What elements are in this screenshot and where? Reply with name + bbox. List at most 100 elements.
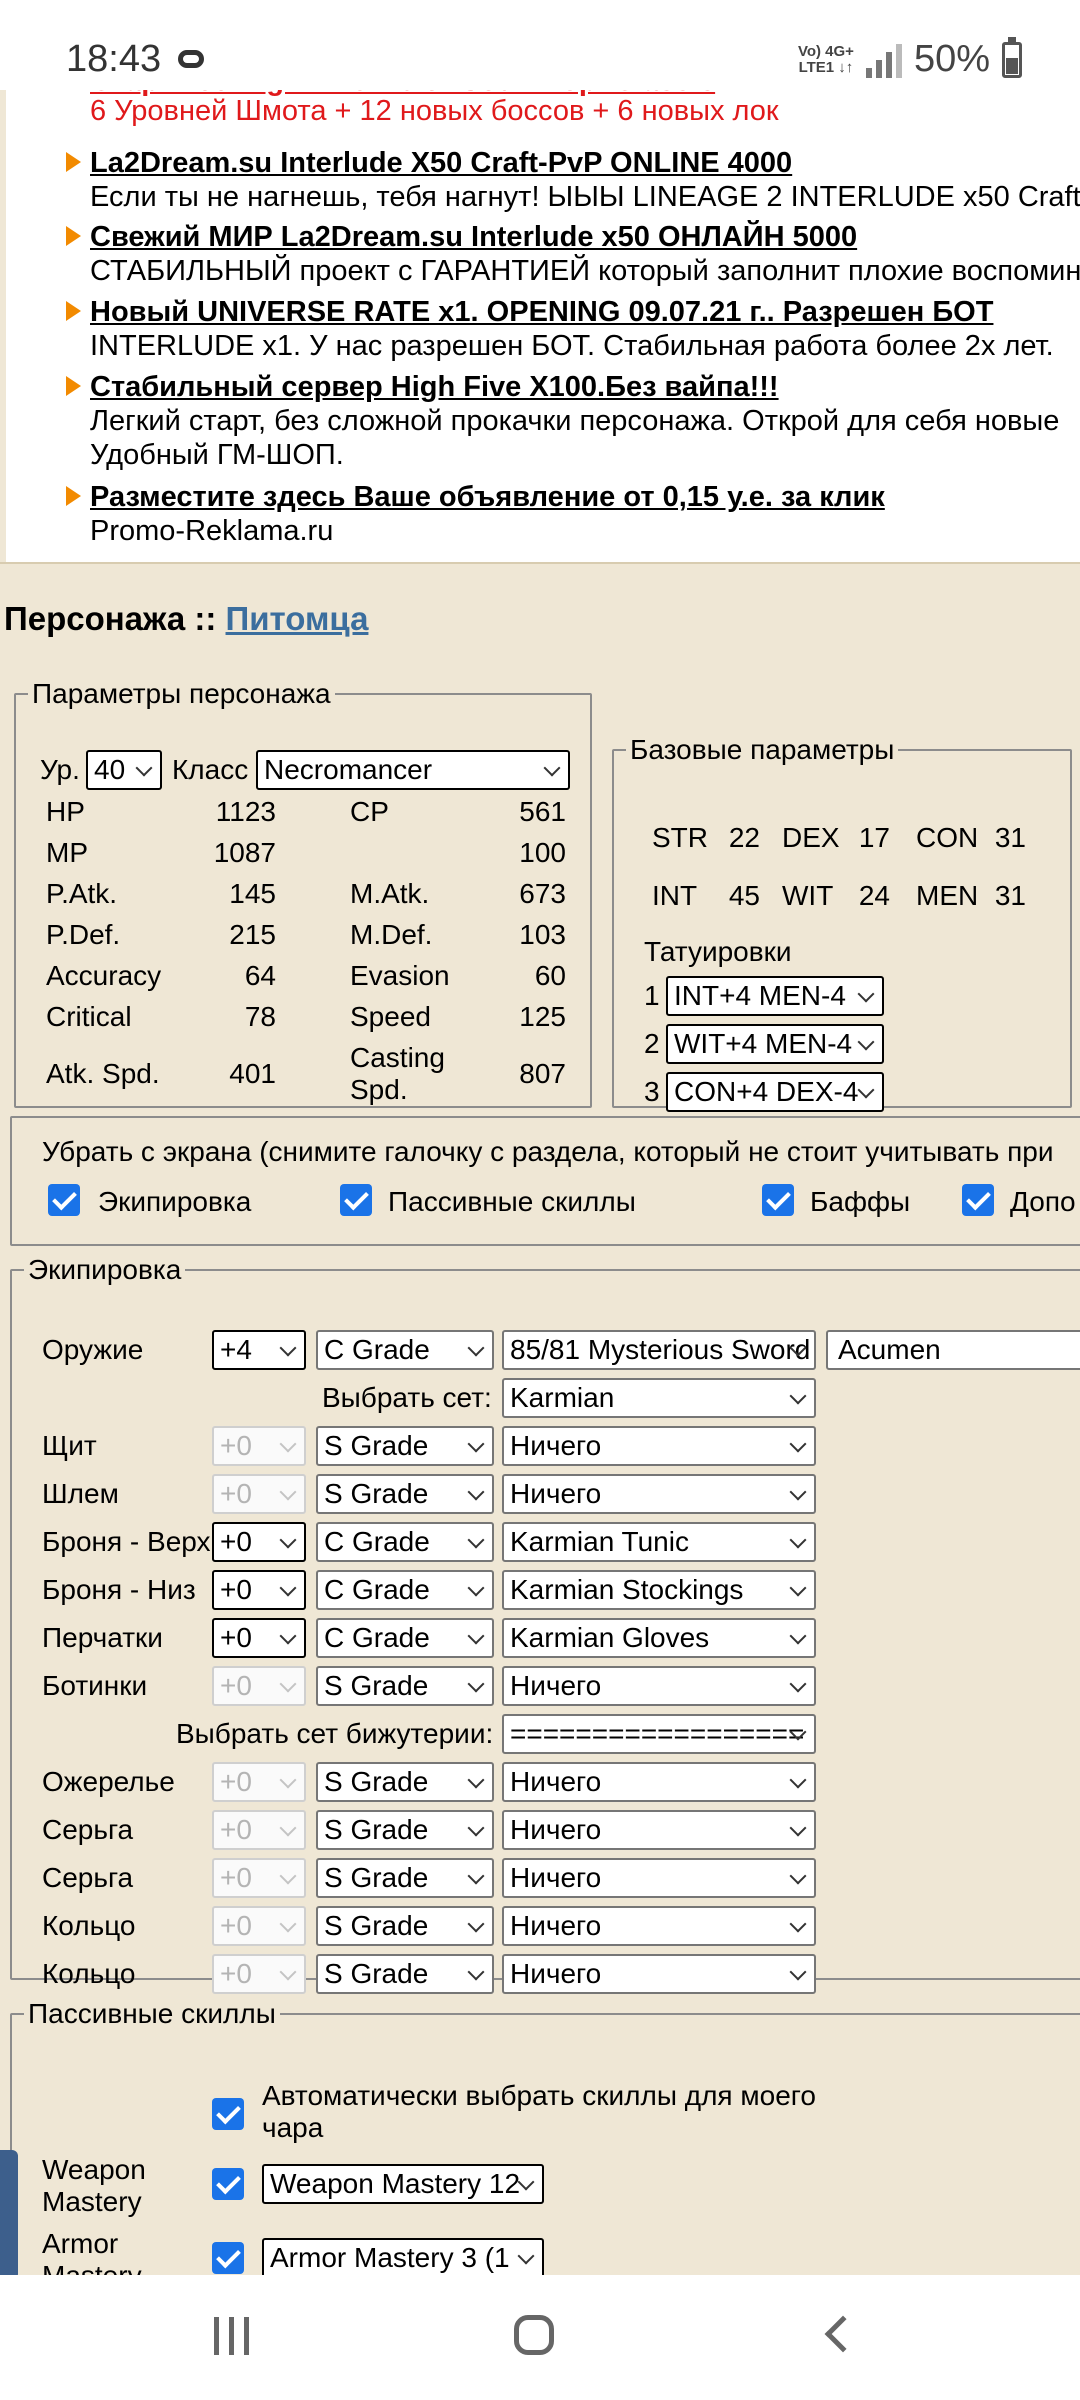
base-stat-value: 17 [858, 822, 890, 853]
passive-skills-checkbox[interactable] [340, 1184, 372, 1216]
buffs-checkbox[interactable] [762, 1184, 794, 1216]
level-select[interactable]: 40 [86, 750, 162, 790]
weapon-enchant-select[interactable]: +4 [212, 1330, 306, 1370]
tab-separator: :: [194, 600, 217, 637]
tattoo-heading: Татуировки [644, 936, 792, 967]
weapon-mastery-select[interactable]: Weapon Mastery 12 [262, 2164, 544, 2204]
grade-select[interactable]: S Grade [316, 1810, 494, 1850]
stat-value: 78 [244, 1001, 276, 1032]
tattoo-select-1[interactable]: INT+4 MEN-4 [666, 976, 884, 1016]
status-bar: 18:43 Vo) 4G+ LTE1 ↓↑ 50% [0, 0, 1080, 90]
skill-label: Armor [42, 2228, 119, 2259]
item-select[interactable]: Ничего [502, 1906, 816, 1946]
grade-select[interactable]: S Grade [316, 1426, 494, 1466]
grade-select[interactable]: S Grade [316, 1474, 494, 1514]
stat-value: 673 [519, 878, 566, 909]
tattoo-select-2[interactable]: WIT+4 MEN-4 [666, 1024, 884, 1064]
stat-label: Spd. [350, 1074, 408, 1105]
enchant-select: +0 [212, 1474, 306, 1514]
armor-mastery-checkbox[interactable] [212, 2242, 244, 2274]
tab-pet[interactable]: Питомца [226, 600, 369, 637]
stat-value: 807 [519, 1058, 566, 1089]
item-select[interactable]: Ничего [502, 1666, 816, 1706]
ad-title[interactable]: Разместите здесь Ваше объявление от 0,15… [90, 480, 885, 514]
enchant-select[interactable]: +0 [212, 1522, 306, 1562]
side-menu-tab[interactable] [0, 2150, 18, 2280]
item-select[interactable]: Ничего [502, 1954, 816, 1994]
item-select[interactable]: Ничего [502, 1858, 816, 1898]
stat-label: CP [350, 796, 389, 827]
item-select[interactable]: Karmian Gloves [502, 1618, 816, 1658]
back-icon[interactable] [824, 2315, 862, 2353]
item-select[interactable]: Karmian Stockings [502, 1570, 816, 1610]
item-select[interactable]: Ничего [502, 1474, 816, 1514]
extra-checkbox[interactable] [962, 1184, 994, 1216]
equip-label: Серьга [42, 1814, 134, 1845]
checkbox-label: Пассивные скиллы [388, 1186, 636, 1217]
ad-title[interactable]: La2Dream.su Interlude X50 Craft-PvP ONLI… [90, 146, 792, 180]
signal-icon [865, 42, 902, 78]
equipment-checkbox[interactable] [48, 1184, 80, 1216]
ad-title[interactable]: Свежий МИР La2Dream.su Interlude x50 ОНЛ… [90, 220, 857, 254]
class-select[interactable]: Necromancer [256, 750, 570, 790]
grade-select[interactable]: C Grade [316, 1522, 494, 1562]
ad-desc: Promo-Reklama.ru [90, 515, 334, 547]
arrow-right-icon [66, 152, 81, 172]
item-select[interactable]: Ничего [502, 1810, 816, 1850]
grade-select[interactable]: S Grade [316, 1762, 494, 1802]
auto-skills-checkbox[interactable] [212, 2098, 244, 2130]
item-select[interactable]: Ничего [502, 1762, 816, 1802]
base-stat-value: 45 [728, 880, 760, 911]
equip-label: Ботинки [42, 1670, 148, 1701]
stat-value: 103 [519, 919, 566, 950]
stat-label: Casting [350, 1042, 445, 1073]
ad-title[interactable]: Стабильный сервер High Five X100.Без вай… [90, 370, 779, 404]
base-stat-value: 31 [994, 822, 1026, 853]
tattoo-number: 1 [644, 980, 660, 1011]
enchant-select[interactable]: +0 [212, 1618, 306, 1658]
armor-set-select[interactable]: Karmian [502, 1378, 816, 1418]
enchant-select[interactable]: +0 [212, 1570, 306, 1610]
stat-value: 1087 [213, 837, 276, 868]
recent-apps-icon[interactable] [214, 2317, 249, 2355]
grade-select[interactable]: S Grade [316, 1906, 494, 1946]
home-icon[interactable] [514, 2315, 554, 2355]
weapon-grade-select[interactable]: C Grade [316, 1330, 494, 1370]
equip-label: Кольцо [42, 1958, 136, 1989]
grade-select[interactable]: C Grade [316, 1570, 494, 1610]
grade-select[interactable]: S Grade [316, 1858, 494, 1898]
equip-label: Оружие [42, 1334, 144, 1365]
weapon-mastery-checkbox[interactable] [212, 2168, 244, 2200]
ad-desc: Удобный ГМ-ШОП. [90, 439, 344, 471]
ad-title[interactable]: Новый UNIVERSE RATE x1. OPENING 09.07.21… [90, 295, 993, 329]
stat-value: 100 [519, 837, 566, 868]
armor-mastery-select[interactable]: Armor Mastery 3 (1 [262, 2238, 544, 2278]
grade-select[interactable]: C Grade [316, 1618, 494, 1658]
enchant-select: +0 [212, 1858, 306, 1898]
stat-value: 215 [229, 919, 276, 950]
weapon-sa-select[interactable]: Acumen [826, 1330, 1080, 1370]
enchant-select: +0 [212, 1426, 306, 1466]
stat-label: Accuracy [46, 960, 162, 991]
jewel-set-label: Выбрать сет бижутерии: [176, 1718, 494, 1749]
class-label: Класс [172, 754, 249, 785]
ad-desc: 6 Уровней Шмота + 12 новых боссов + 6 но… [90, 95, 779, 127]
tattoo-select-3[interactable]: CON+4 DEX-4 [666, 1072, 884, 1112]
grade-select[interactable]: S Grade [316, 1954, 494, 1994]
equip-label: Броня - Низ [42, 1574, 196, 1605]
stat-value: 125 [519, 1001, 566, 1032]
stat-label: M.Atk. [350, 878, 430, 909]
item-select[interactable]: Karmian Tunic [502, 1522, 816, 1562]
equip-label: Серьга [42, 1862, 134, 1893]
weapon-item-select[interactable]: 85/81 Mysterious Sword [502, 1330, 816, 1370]
grade-select[interactable]: S Grade [316, 1666, 494, 1706]
item-select[interactable]: Ничего [502, 1426, 816, 1466]
base-stat-label: INT [652, 880, 698, 911]
tattoo-number: 3 [644, 1076, 660, 1107]
stat-value: 145 [229, 878, 276, 909]
hide-sections-text: Убрать с экрана (снимите галочку с разде… [42, 1136, 1054, 1167]
skill-label: Mastery [42, 2186, 142, 2217]
arrow-right-icon [66, 376, 81, 396]
stat-label: Speed [350, 1001, 431, 1032]
jewel-set-select[interactable]: ================== [502, 1714, 816, 1754]
